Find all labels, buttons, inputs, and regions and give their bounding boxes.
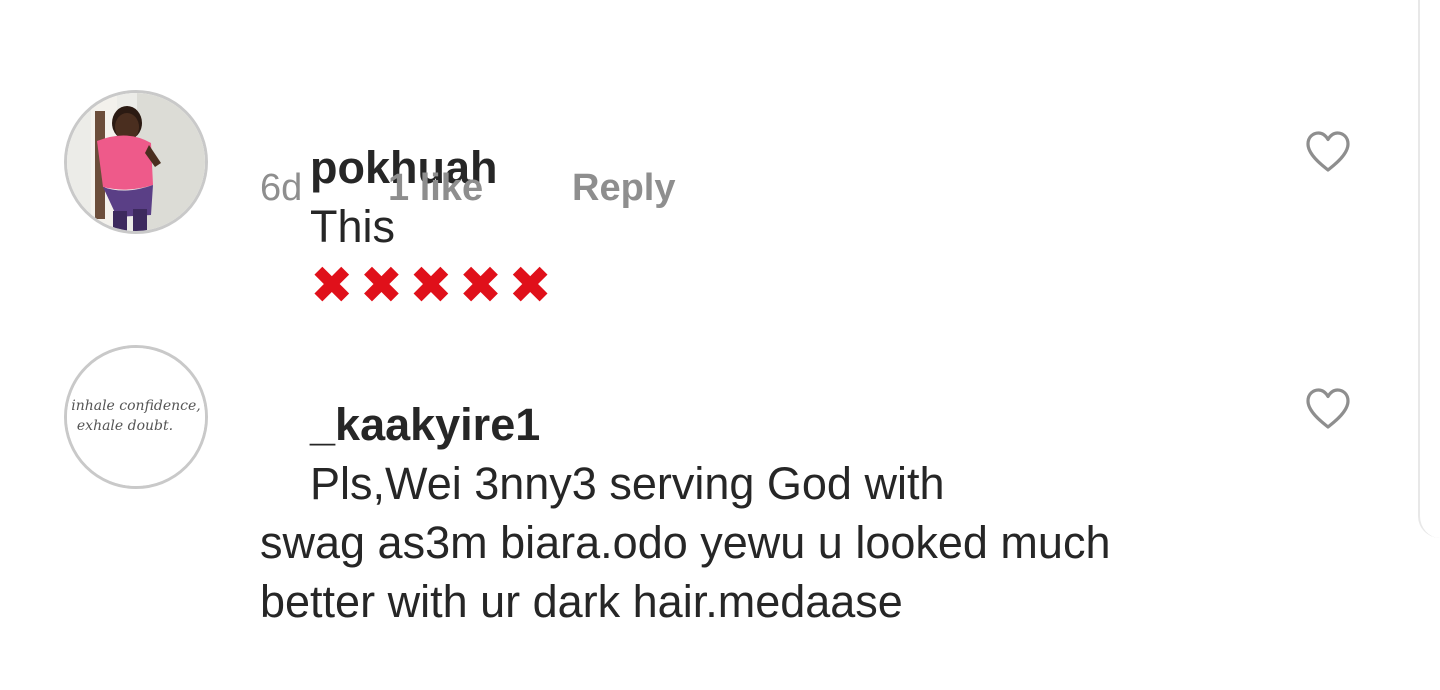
avatar[interactable]: inhale confidence, exhale doubt. — [64, 345, 208, 489]
comment-username[interactable]: _kaakyire1 — [310, 399, 540, 450]
like-count[interactable]: 1 like — [388, 166, 483, 210]
comment-body: Pls,Wei 3nny3 serving God with swag as3m… — [260, 458, 1111, 627]
comment-timestamp: 6d — [260, 167, 303, 209]
comment-item: inhale confidence, exhale doubt. _kaakyi… — [0, 260, 1400, 627]
profile-photo-icon: inhale confidence, exhale doubt. — [67, 348, 205, 486]
comment-body: This — [310, 201, 396, 252]
avatar-quote-line: inhale confidence, — [71, 398, 201, 414]
heart-outline-icon[interactable] — [1304, 130, 1352, 174]
avatar-quote-line: exhale doubt. — [77, 418, 173, 434]
heart-outline-icon[interactable] — [1304, 387, 1352, 431]
profile-photo-icon — [67, 93, 205, 231]
comment-item: pokhuah This ✖ ✖ ✖ ✖ ✖ 6d 1 like Reply — [0, 0, 1400, 315]
comment-text: _kaakyire1 Pls,Wei 3nny3 serving God wit… — [260, 336, 1260, 690]
avatar[interactable] — [64, 90, 208, 234]
reply-button[interactable]: Reply — [572, 166, 675, 210]
scrollbar-edge — [1418, 0, 1440, 538]
